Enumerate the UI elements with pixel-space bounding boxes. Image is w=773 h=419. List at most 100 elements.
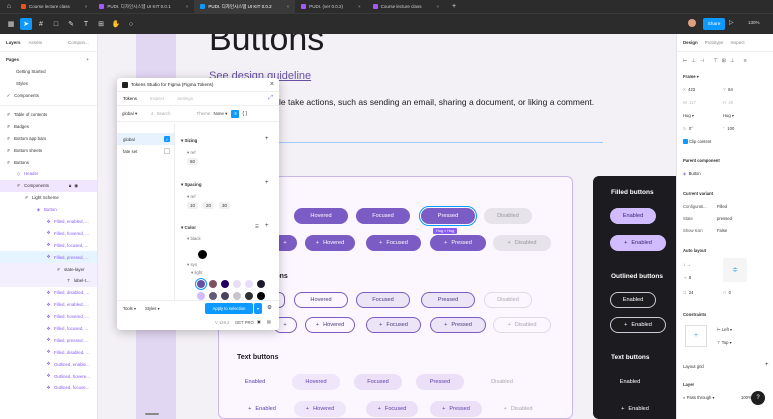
layer-row[interactable]: # Badges [0,120,97,132]
scrollbar[interactable] [145,413,159,415]
add-page-icon[interactable]: + [86,57,89,62]
pressed-icon-button[interactable]: + Pressed [430,235,486,251]
focused-button[interactable]: Focused [356,208,410,224]
constraint-vertical-select[interactable]: ⊤ Top ▾ [717,340,732,345]
token-pill[interactable]: 20 [203,202,214,209]
text-focused-button[interactable]: Focused [354,374,402,390]
layer-row[interactable]: ❖ Outlined, hovere... [0,370,97,382]
home-icon[interactable]: ⌂ [3,1,15,13]
layer-row[interactable]: # state-layer [0,263,97,276]
add-tab-icon[interactable]: + [448,1,460,13]
share-button[interactable]: Share [703,18,725,30]
apply-dropdown-button[interactable]: ▾ [254,303,262,314]
text-enabled-button[interactable]: Enabled [232,374,278,390]
focused-icon-button[interactable]: + Focused [366,235,421,251]
layer-row[interactable]: ❖ Filled, focused, ... [0,239,97,251]
color-swatch[interactable] [257,280,265,288]
text-pressed-button[interactable]: Pressed [416,374,464,390]
align-tools[interactable]: ⊢⊥⊣ ⊤⊞⊥ ≡ [683,58,751,64]
dark-outlined-icon-button[interactable]: + Enabled [610,317,666,333]
dark-filled-icon-button[interactable]: + Enabled [610,235,666,251]
color-swatch[interactable] [245,280,253,288]
constraints-widget[interactable]: + [685,325,707,347]
tab-components[interactable]: Compon... [68,40,89,45]
tab-prototype[interactable]: Prototype [705,40,724,45]
tab-layers[interactable]: Layers [6,40,21,45]
expand-icon[interactable]: ⤢ [268,95,273,102]
layer-row[interactable]: ❖ Outlined, focuse... [0,382,97,394]
close-icon[interactable]: × [270,81,274,88]
spacing-header[interactable]: ▾ Spacing [181,182,202,188]
add-spacing-icon[interactable]: + [265,180,269,186]
close-icon[interactable]: × [186,4,189,9]
padding-y-field[interactable]: ⊓ 0 [723,290,731,295]
color-swatch[interactable] [221,292,229,300]
text-pressed-icon-button[interactable]: + Pressed [430,401,482,417]
close-icon[interactable]: × [358,4,361,9]
avatar[interactable] [688,19,696,27]
text-tool-icon[interactable]: T [80,18,92,30]
alignment-box[interactable]: ≑ [723,258,747,282]
layer-row[interactable]: ◇ Header [0,168,97,180]
dark-filled-enabled-button[interactable]: Enabled [610,208,656,224]
color-swatch[interactable] [197,292,205,300]
layer-row[interactable]: # Bottom app bars [0,132,97,144]
comment-tool-icon[interactable]: ○ [125,18,137,30]
shape-tool-icon[interactable]: □ [50,18,62,30]
tab-pudi-001[interactable]: PUDI. 디자인시스템 UI KIT 0.0.1 × [93,0,194,13]
text-hovered-icon-button[interactable]: + Hovered [294,401,346,417]
frame-tool-icon[interactable]: # [35,18,47,30]
x-field[interactable]: X 423 [683,87,695,92]
layer-row[interactable]: ❖ Filled, hovered, ... [0,227,97,239]
layer-row[interactable]: ❖ Filled, pressed, ... [0,334,97,346]
resources-icon[interactable]: ⊞ [95,18,107,30]
layer-row[interactable]: ◈ Button [0,204,97,216]
color-swatch[interactable] [257,292,265,300]
layer-row[interactable]: # Bottom sheets [0,144,97,156]
pressed-button[interactable]: Pressed [419,206,477,226]
color-swatch[interactable] [198,250,207,259]
outlined-hovered-icon-button[interactable]: + Hovered [305,317,355,333]
variant-prop-value[interactable]: pressed [717,216,732,221]
feedback-icon[interactable]: ▤ [267,319,271,324]
figma-menu-icon[interactable]: ▦ [5,18,17,30]
parent-component-link[interactable]: ◈ Button [683,171,701,176]
color-swatch[interactable] [195,278,207,290]
move-tool-icon[interactable]: ➤ [20,18,32,30]
layer-row[interactable]: # Components 🔒︎ ◉ [0,179,97,192]
settings-gear-icon[interactable]: ⚙ [267,305,272,311]
constraint-horizontal-select[interactable]: ⊢ Left ▾ [717,327,732,332]
color-swatch[interactable] [233,292,241,300]
checkbox-checked[interactable]: ✓ [164,136,170,142]
close-icon[interactable]: × [287,4,290,9]
json-view-icon[interactable]: { } [242,111,247,117]
layer-row[interactable]: ❖ Filled, hovered, ... [0,311,97,323]
token-set-select[interactable]: global ▾ [122,111,137,117]
hovered-button[interactable]: Hovered [294,208,348,224]
direction-icon[interactable]: ↓ → [683,262,690,267]
styles-menu[interactable]: Styles ▾ [145,306,160,311]
tab-pudi-002[interactable]: PUDI. 디자인시스템 UI KIT 0.0.2 × [194,0,296,13]
outlined-focused-icon-button[interactable]: + Focused [366,317,421,333]
lock-icon[interactable]: 🔒︎ [69,183,71,188]
pen-tool-icon[interactable]: ✎ [65,18,77,30]
layer-row[interactable]: ❖ Outlined, enable... [0,358,97,370]
token-pill[interactable]: 30 [219,202,230,209]
token-pill[interactable]: 10 [187,202,198,209]
color-swatch[interactable] [221,280,229,288]
color-header[interactable]: ▾ Color [181,225,196,231]
layer-row[interactable]: ❖ Filled, disabled, ... [0,287,97,299]
play-icon[interactable]: ▷ [729,19,734,26]
frame-label[interactable]: Frame ▾ [683,74,699,79]
tab-course-lecture-2[interactable]: Course lecture class × [367,0,445,13]
tab-settings[interactable]: Settings [177,96,193,101]
dark-outlined-enabled-button[interactable]: Enabled [610,292,656,308]
tab-assets[interactable]: Assets [29,40,43,45]
variant-prop-value[interactable]: False [717,228,727,233]
color-swatch[interactable] [245,292,253,300]
layer-row[interactable]: # Table of contents [0,109,97,121]
add-sizing-icon[interactable]: + [265,136,269,142]
gap-field[interactable]: ⇥ 8 [683,275,691,280]
text-enabled-icon-button[interactable]: + Enabled [238,401,286,417]
add-layout-grid-icon[interactable]: + [765,362,769,368]
